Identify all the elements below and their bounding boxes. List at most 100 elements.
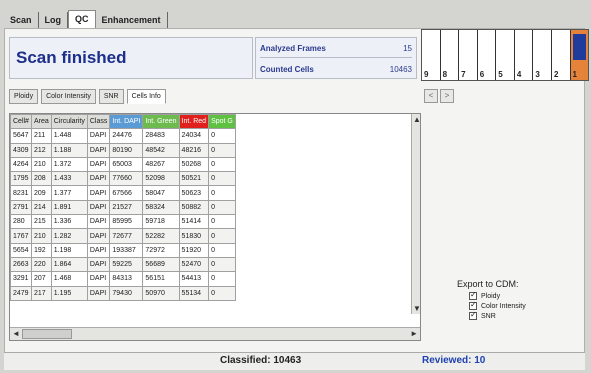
table-row[interactable]: 1795 208 1.433 DAPI 77660 52098 50521 0 [10, 171, 236, 187]
tab-qc[interactable]: QC [68, 10, 96, 28]
scroll-right-icon[interactable]: ► [410, 329, 418, 338]
table-cell: 1.282 [50, 228, 88, 244]
table-row[interactable]: 4264 210 1.372 DAPI 65003 48267 50268 0 [10, 156, 236, 173]
scan-status: Scan finished [16, 48, 127, 67]
table-cell: 0 [208, 214, 236, 230]
table-cell: 85995 [109, 214, 144, 230]
frame-1-selected[interactable]: 1 [570, 30, 589, 80]
reviewed-count: Reviewed: 10 [422, 355, 486, 366]
table-cell: 52470 [178, 256, 210, 273]
table-cell: 1.195 [50, 285, 88, 301]
classified-count: Classified: 10463 [220, 355, 302, 366]
table-row[interactable]: 280 215 1.336 DAPI 85995 59718 51414 0 [10, 214, 236, 230]
table-row[interactable]: 8231 209 1.377 DAPI 67566 58047 50623 0 [10, 185, 236, 201]
table-cell: 2479 [10, 285, 32, 301]
table-row[interactable]: 5654 192 1.198 DAPI 193387 72972 51920 0 [10, 242, 236, 258]
frame-2[interactable]: 2 [551, 30, 571, 80]
col-class[interactable]: Class [86, 114, 111, 130]
col-int-red[interactable]: Int. Red [178, 114, 210, 130]
table-row[interactable]: 2479 217 1.195 DAPI 79430 50970 55134 0 [10, 285, 236, 301]
export-color-intensity-label: Color Intensity [481, 302, 526, 310]
next-frame-button[interactable]: > [440, 89, 454, 103]
vertical-scrollbar[interactable]: ▲ ▼ [411, 114, 420, 314]
table-cell: 56689 [142, 256, 180, 273]
checkbox-checked[interactable] [469, 310, 477, 320]
export-snr[interactable]: SNR [469, 310, 577, 320]
scroll-down-icon[interactable]: ▼ [413, 304, 420, 313]
export-color-intensity[interactable]: Color Intensity [469, 300, 577, 310]
table-cell: 65003 [109, 156, 144, 173]
frame-number: 4 [516, 70, 522, 79]
sub-tab-bar: Ploidy Color Intensity SNR Cells Info [9, 89, 166, 104]
table-cell: 59225 [109, 256, 144, 273]
counted-cells-label: Counted Cells [260, 64, 314, 74]
analyzed-frames-label: Analyzed Frames [260, 44, 326, 53]
table-row[interactable]: 2791 214 1.891 DAPI 21527 58324 50882 0 [10, 199, 236, 216]
table-cell: DAPI [86, 128, 111, 144]
frame-5[interactable]: 5 [496, 30, 515, 80]
scroll-left-icon[interactable]: ◄ [12, 329, 20, 338]
tab-enhancement[interactable]: Enhancement [96, 12, 168, 28]
col-circularity[interactable]: Circularity [50, 114, 88, 130]
table-cell: 1.864 [50, 256, 88, 273]
checkbox-checked[interactable] [469, 290, 477, 300]
table-cell: 80190 [109, 142, 144, 158]
table-cell: 1.198 [50, 242, 88, 258]
table-row[interactable]: 3291 207 1.468 DAPI 84313 56151 54413 0 [10, 271, 236, 287]
table-cell: 50970 [142, 285, 180, 301]
frame-7[interactable]: 7 [459, 30, 478, 80]
table-cell: 3291 [10, 271, 32, 287]
export-ploidy[interactable]: Ploidy [469, 290, 577, 300]
prev-frame-button[interactable]: < [424, 89, 438, 103]
horizontal-scrollbar[interactable]: ◄ ► [10, 327, 420, 340]
table-cell: 214 [30, 199, 52, 216]
cells-table-container: Cell# Area Circularity Class Int. DAPI I… [9, 113, 421, 341]
col-area[interactable]: Area [30, 114, 52, 130]
table-row[interactable]: 5647 211 1.448 DAPI 24476 28483 24034 0 [10, 128, 236, 144]
table-cell: 192 [30, 242, 52, 258]
table-cell: 0 [208, 185, 236, 201]
table-cell: 48216 [178, 142, 210, 158]
frame-number: 1 [572, 70, 577, 79]
table-cell: 50268 [178, 156, 210, 173]
tab-scan[interactable]: Scan [4, 12, 39, 28]
col-cell-number[interactable]: Cell# [10, 114, 32, 130]
table-cell: 210 [30, 228, 52, 244]
scroll-up-icon[interactable]: ▲ [413, 115, 420, 124]
table-row[interactable]: 4309 212 1.188 DAPI 80190 48542 48216 0 [10, 142, 236, 158]
tab-log[interactable]: Log [39, 12, 69, 28]
table-cell: DAPI [86, 214, 111, 230]
table-cell: 79430 [109, 285, 144, 301]
table-cell: 59718 [142, 214, 180, 230]
frame-3[interactable]: 3 [533, 30, 552, 80]
table-row[interactable]: 1767 210 1.282 DAPI 72677 52282 51830 0 [10, 228, 236, 244]
tab-cells-info[interactable]: Cells Info [126, 89, 166, 104]
scroll-thumb[interactable] [22, 329, 72, 339]
table-cell: 280 [10, 214, 32, 230]
table-cell: 5647 [10, 128, 32, 144]
stats-box: Analyzed Frames 15 Counted Cells 10463 [255, 37, 417, 79]
table-cell: 210 [30, 156, 52, 173]
frame-4[interactable]: 4 [514, 30, 534, 80]
frame-9[interactable]: 9 [422, 30, 441, 80]
frame-number: 6 [479, 70, 485, 79]
table-cell: 54413 [178, 271, 210, 287]
frame-number: 3 [535, 70, 540, 79]
tab-snr[interactable]: SNR [98, 89, 124, 104]
table-cell: 220 [30, 256, 52, 273]
frame-6[interactable]: 6 [477, 30, 497, 80]
tab-color-intensity[interactable]: Color Intensity [41, 89, 96, 104]
table-cell: 72972 [142, 242, 180, 258]
frame-number: 5 [498, 70, 503, 79]
table-cell: 2791 [10, 199, 32, 216]
frame-8[interactable]: 8 [440, 30, 460, 80]
frame-number: 2 [553, 70, 559, 79]
table-cell: 215 [30, 214, 52, 230]
col-spot-g[interactable]: Spot G [208, 114, 236, 130]
col-int-dapi[interactable]: Int. DAPI [109, 114, 144, 130]
tab-ploidy[interactable]: Ploidy [9, 89, 39, 104]
table-row[interactable]: 2663 220 1.864 DAPI 59225 56689 52470 0 [10, 256, 236, 273]
col-int-green[interactable]: Int. Green [142, 114, 180, 130]
export-panel: Export to CDM: Ploidy Color Intensity SN… [457, 279, 577, 320]
checkbox-checked[interactable] [469, 300, 477, 310]
